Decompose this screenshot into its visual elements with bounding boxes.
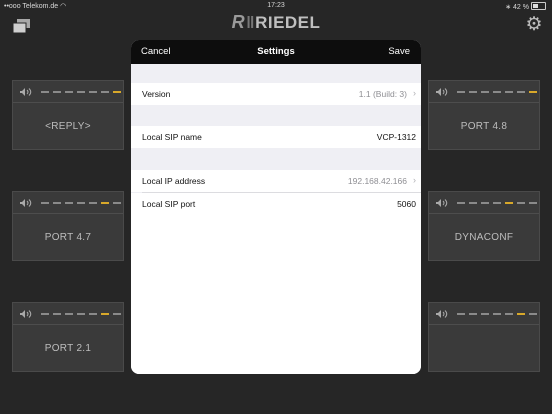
modal-empty-area: [131, 215, 421, 374]
version-row[interactable]: Version 1.1 (Build: 3) ›: [131, 83, 421, 105]
speaker-icon: [436, 310, 448, 318]
modal-title: Settings: [257, 46, 295, 57]
key-panel-port-4-7[interactable]: PORT 4.7: [12, 191, 124, 261]
key-label: PORT 4.8: [460, 121, 508, 132]
speaker-icon: [436, 88, 448, 96]
local-sip-port-label: Local SIP port: [142, 199, 196, 209]
gear-icon[interactable]: ⚙: [524, 15, 544, 35]
speaker-icon: [436, 199, 448, 207]
save-button[interactable]: Save: [388, 46, 410, 57]
local-ip-address-row[interactable]: Local IP address 192.168.42.166 ›: [131, 170, 421, 192]
chevron-right-icon: ›: [413, 88, 416, 98]
key-label: PORT 4.7: [44, 232, 92, 243]
local-sip-name-value[interactable]: VCP-1312: [377, 132, 416, 142]
local-sip-port-value[interactable]: 5060: [397, 199, 416, 209]
speaker-icon: [20, 88, 32, 96]
key-label: [429, 325, 539, 372]
key-panel-port-2-1[interactable]: PORT 2.1: [12, 302, 124, 372]
battery-status: ∗ 42 %: [505, 2, 546, 11]
battery-icon: [531, 2, 546, 10]
status-bar: ••ooo Telekom.de ◠ 17:23 ∗ 42 %: [0, 0, 552, 12]
key-panel-dynaconf[interactable]: DYNACONF: [428, 191, 540, 261]
level-meter: [429, 192, 539, 214]
key-label: <REPLY>: [45, 121, 91, 132]
local-ip-address-label: Local IP address: [142, 176, 206, 186]
chevron-right-icon: ›: [413, 175, 416, 185]
local-sip-name-label: Local SIP name: [142, 132, 202, 142]
speaker-icon: [20, 199, 32, 207]
local-sip-name-row[interactable]: Local SIP name VCP-1312: [131, 126, 421, 148]
key-panel-empty[interactable]: [428, 302, 540, 372]
version-value: 1.1 (Build: 3): [358, 89, 407, 99]
level-meter: [13, 303, 123, 325]
level-meter: [429, 303, 539, 325]
level-meter: [429, 81, 539, 103]
modal-nav-bar: Cancel Settings Save: [131, 40, 421, 64]
version-label: Version: [142, 89, 171, 99]
level-meter: [13, 81, 123, 103]
key-panel-reply[interactable]: <REPLY>: [12, 80, 124, 150]
level-meter: [13, 192, 123, 214]
app-header: R‖RIEDEL ⚙: [0, 12, 552, 35]
speaker-icon: [20, 310, 32, 318]
bluetooth-icon: ∗: [505, 4, 512, 11]
settings-modal: Cancel Settings Save Version 1.1 (Build:…: [131, 40, 421, 374]
key-panel-port-4-8[interactable]: PORT 4.8: [428, 80, 540, 150]
clock: 17:23: [267, 2, 285, 9]
riedel-logo: R‖RIEDEL: [231, 12, 321, 32]
local-sip-port-row[interactable]: Local SIP port 5060: [131, 193, 421, 215]
key-label: DYNACONF: [454, 232, 514, 243]
key-label: PORT 2.1: [44, 343, 92, 354]
local-ip-address-value: 192.168.42.166: [347, 176, 407, 186]
